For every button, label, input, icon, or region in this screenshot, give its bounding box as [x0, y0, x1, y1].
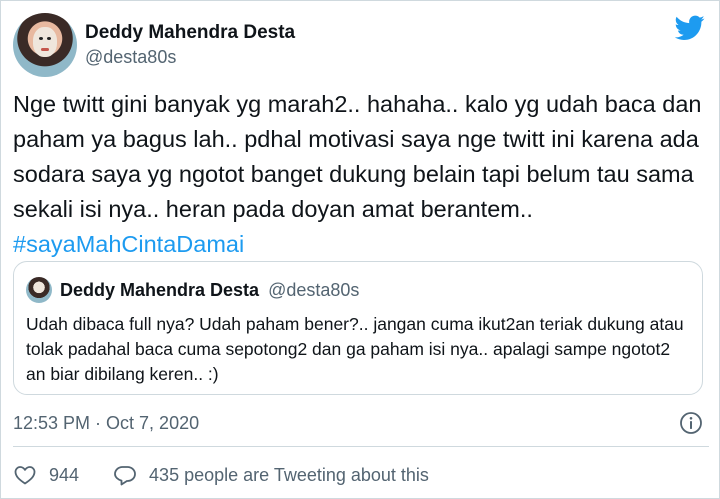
author-display-name[interactable]: Deddy Mahendra Desta — [85, 21, 295, 45]
tweet-text: Nge twitt gini banyak yg marah2.. hahaha… — [13, 91, 702, 222]
tweet-body: Nge twitt gini banyak yg marah2.. hahaha… — [13, 87, 709, 262]
like-button[interactable]: 944 — [13, 463, 79, 487]
tweeting-about-link[interactable]: 435 people are Tweeting about this — [113, 463, 429, 487]
embedded-tweet-card: Deddy Mahendra Desta @desta80s Nge twitt… — [0, 0, 720, 499]
speech-bubble-icon — [114, 466, 136, 486]
twitter-bird-icon[interactable] — [675, 15, 705, 41]
quoted-tweet-header: Deddy Mahendra Desta @desta80s — [60, 278, 359, 302]
heart-icon — [14, 466, 36, 485]
avatar-eye-right — [47, 37, 51, 40]
likes-count: 944 — [49, 464, 80, 485]
tweet-actions: 944 435 people are Tweeting about this — [13, 462, 429, 488]
tweet-timestamp[interactable]: 12:53 PM · Oct 7, 2020 — [13, 411, 199, 435]
hashtag-link[interactable]: #sayaMahCintaDamai — [13, 231, 244, 257]
quoted-author-handle: @desta80s — [268, 280, 360, 300]
info-icon[interactable] — [679, 411, 703, 435]
avatar-mouth — [41, 48, 49, 51]
quoted-author-avatar — [26, 277, 52, 303]
quoted-author-name: Deddy Mahendra Desta — [60, 280, 260, 300]
avatar-eye-left — [39, 37, 43, 40]
divider — [13, 446, 709, 447]
tweet-header: Deddy Mahendra Desta @desta80s — [13, 13, 709, 77]
quoted-tweet[interactable]: Deddy Mahendra Desta @desta80s Udah diba… — [13, 261, 703, 395]
author-handle[interactable]: @desta80s — [85, 45, 295, 69]
avatar-face — [33, 27, 57, 57]
author-avatar[interactable] — [13, 13, 77, 77]
quoted-tweet-text: Udah dibaca full nya? Udah paham bener?.… — [26, 314, 684, 384]
author-names: Deddy Mahendra Desta @desta80s — [85, 21, 295, 69]
tweeting-about-label: 435 people are Tweeting about this — [149, 464, 429, 485]
